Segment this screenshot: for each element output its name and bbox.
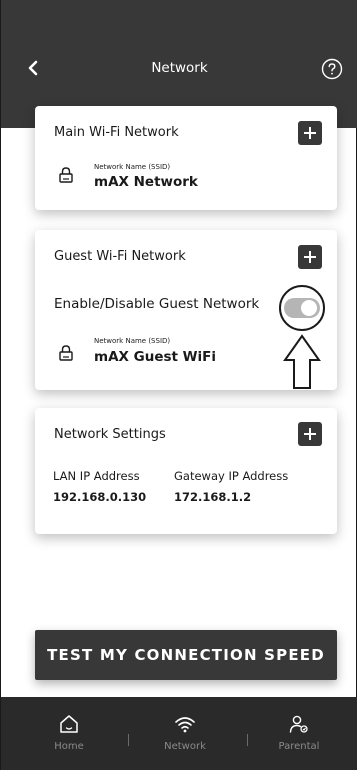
tab-parental-label: Parental — [278, 741, 320, 752]
lan-ip-label: LAN IP Address — [53, 469, 140, 483]
main-wifi-title: Main Wi-Fi Network — [54, 125, 179, 140]
guest-ssid-label: Network Name (SSID) — [94, 337, 171, 345]
guest-wifi-card: Guest Wi-Fi Network Enable/Disable Guest… — [35, 230, 337, 390]
main-wifi-card: Main Wi-Fi Network Network Name (SSID) m… — [35, 106, 337, 210]
guest-wifi-add-button[interactable] — [298, 245, 322, 269]
gateway-ip-value: 172.168.1.2 — [174, 490, 252, 504]
wifi-icon — [175, 717, 195, 733]
parental-icon — [289, 715, 308, 733]
page-title: Network — [151, 60, 208, 76]
guest-wifi-title: Guest Wi-Fi Network — [54, 249, 186, 264]
toggle-knob — [301, 300, 317, 316]
network-settings-add-button[interactable] — [298, 422, 322, 446]
gateway-ip-label: Gateway IP Address — [174, 469, 289, 483]
tab-network[interactable]: Network — [135, 697, 235, 770]
network-settings-card: Network Settings LAN IP Address 192.168.… — [35, 408, 337, 534]
lock-icon — [59, 167, 73, 183]
guest-toggle-label: Enable/Disable Guest Network — [54, 296, 260, 312]
tab-parental[interactable]: Parental — [249, 697, 349, 770]
guest-ssid-value: mAX Guest WiFi — [94, 349, 217, 365]
bottom-tab-bar: Home Network Parental — [1, 697, 357, 770]
lan-ip-value: 192.168.0.130 — [53, 490, 147, 504]
tab-network-label: Network — [164, 741, 206, 752]
lock-icon — [59, 345, 73, 361]
app-screen: Network Main Wi-Fi Network Network Name … — [0, 0, 357, 770]
arrow-up-icon — [283, 334, 321, 389]
question-circle-icon[interactable] — [321, 58, 343, 80]
tab-home[interactable]: Home — [19, 697, 119, 770]
network-settings-title: Network Settings — [54, 427, 166, 442]
home-icon — [60, 715, 78, 733]
test-speed-button[interactable]: TEST MY CONNECTION SPEED — [35, 630, 337, 680]
tab-home-label: Home — [54, 741, 84, 752]
guest-network-toggle[interactable] — [284, 298, 320, 318]
main-ssid-label: Network Name (SSID) — [94, 163, 171, 171]
main-wifi-add-button[interactable] — [298, 121, 322, 145]
tab-divider — [247, 734, 248, 746]
tab-divider — [128, 734, 129, 746]
main-ssid-value: mAX Network — [94, 174, 198, 190]
